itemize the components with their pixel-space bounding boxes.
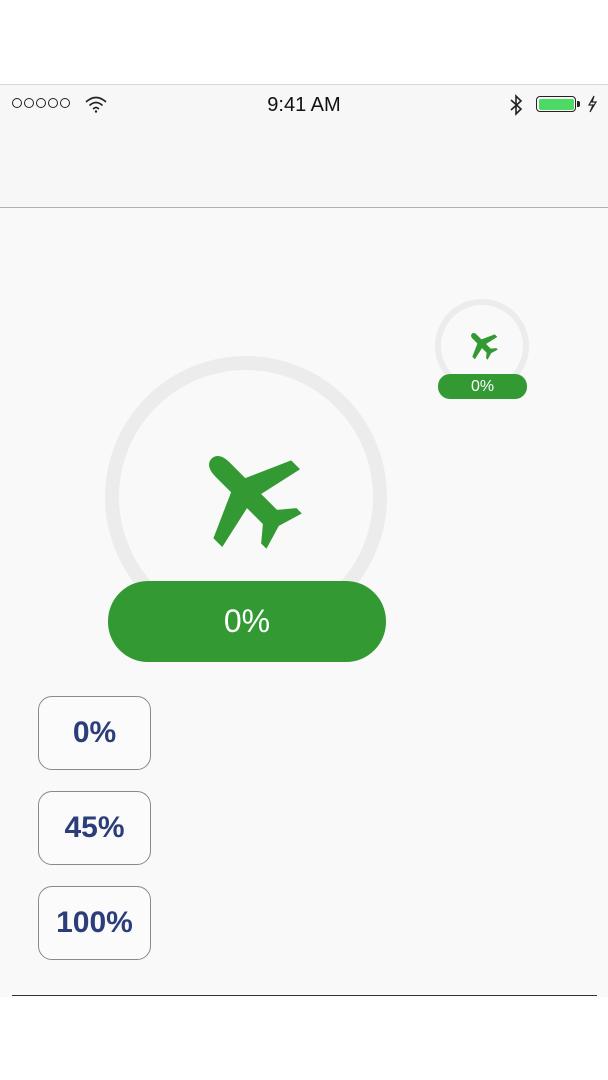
large-progress-label: 0% [108, 581, 386, 662]
status-bar: 9:41 AM [0, 85, 608, 125]
airplane-icon [471, 333, 498, 360]
navigation-bar [0, 125, 608, 208]
set-progress-0-button[interactable]: 0% [38, 696, 151, 770]
bottom-divider [12, 995, 597, 996]
battery-tip [577, 101, 580, 107]
charging-bolt-icon [587, 95, 598, 113]
battery-icon [536, 96, 576, 112]
bluetooth-icon [510, 94, 523, 116]
set-progress-45-button[interactable]: 45% [38, 791, 151, 865]
airplane-icon [209, 456, 302, 549]
set-progress-100-button[interactable]: 100% [38, 886, 151, 960]
small-progress-label: 0% [438, 374, 527, 399]
